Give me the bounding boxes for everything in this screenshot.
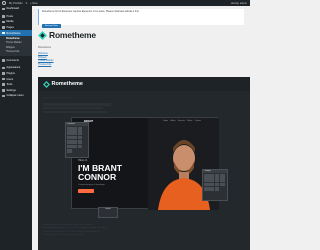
sidebar-item-label: Collapse menu — [6, 94, 24, 98]
notice-text: Rometheme Kit for Elementor requires Ele… — [42, 11, 140, 13]
mockup-cta-button — [78, 189, 94, 193]
admin-sidebar: Dashboard Posts Media Pages Rometheme Ro… — [0, 6, 32, 250]
page-icon — [2, 26, 5, 29]
mockup-nav-link: About — [170, 120, 176, 122]
rometheme-logo-icon — [43, 80, 50, 88]
editor-panel-right-grid — [203, 173, 227, 192]
admin-bar-new[interactable]: + New — [30, 2, 37, 5]
page-links-intro: Rometheme — [38, 46, 52, 49]
sidebar-item-label: Media — [6, 20, 14, 24]
user-icon — [2, 77, 5, 81]
admin-bar-greeting[interactable]: Howdy, admin — [231, 2, 247, 5]
media-icon — [2, 20, 5, 24]
sidebar-item-label: Tools — [6, 83, 13, 87]
editor-panel-left-grid — [66, 126, 88, 154]
page-links: Rometheme Welcome Widgets Theme Builder … — [38, 46, 54, 66]
pin-icon — [2, 15, 5, 18]
mockup-nav-link: Services — [177, 120, 185, 122]
sidebar-item-label: Pages — [6, 26, 14, 30]
editor-panel-left: Elements — [65, 122, 89, 158]
plugin-icon — [2, 72, 5, 75]
wrench-icon — [2, 83, 5, 86]
comment-icon — [2, 59, 5, 62]
admin-bar-site-name[interactable]: My Portfolio — [9, 2, 23, 5]
panel-footer-text: Rometheme is a fully featured add-on for… — [43, 224, 163, 238]
mockup-nav-links: Home About Services Works Contact — [163, 120, 201, 122]
mockup-caption: Creative designer & developer — [78, 184, 105, 186]
brush-icon — [2, 66, 5, 70]
rometheme-logo-icon — [38, 30, 47, 40]
panel-header: Rometheme — [38, 77, 250, 91]
wordpress-logo-icon[interactable] — [2, 1, 6, 5]
panel-footer-line: Everything you need for a faster workflo… — [43, 234, 84, 237]
preview-mockup: BRANT Home About Services Works Contact … — [71, 117, 219, 210]
submenu-item-themes-kits[interactable]: Themes Kits — [0, 50, 32, 55]
sidebar-item-label: Settings — [6, 88, 16, 92]
admin-bar-comments[interactable]: 0 — [26, 2, 27, 5]
panel-brand-name: Rometheme — [51, 81, 83, 87]
link-themes-kits[interactable]: Themes Kits — [38, 63, 54, 67]
sidebar-item-label: Users — [6, 77, 14, 81]
floating-panel-title: Layout — [105, 208, 111, 210]
sidebar-item-label: Comments — [6, 58, 19, 62]
panel-placeholder-text — [43, 103, 113, 114]
mockup-subtitle: HELLO, — [78, 159, 89, 162]
main-content: Rometheme Kit for Elementor requires Ele… — [32, 6, 250, 250]
dashboard-icon — [2, 7, 5, 11]
headline-line-2: CONNOR — [78, 171, 117, 182]
mockup-headline: I'M BRANT CONNOR — [78, 164, 122, 181]
mockup-nav-link: Home — [163, 120, 169, 122]
editor-panel-right: Widgets — [202, 169, 228, 201]
sidebar-item-label: Plugins — [6, 72, 15, 76]
brand-name: Rometheme — [49, 30, 96, 40]
sidebar-submenu: Rometheme Theme Builder Widgets Themes K… — [0, 35, 32, 56]
rometheme-icon — [2, 31, 5, 35]
sidebar-item-collapse[interactable]: Collapse menu — [0, 93, 32, 99]
sidebar-item-label: Posts — [6, 14, 13, 18]
brand-header: Rometheme — [38, 30, 96, 40]
floating-layout-panel: Layout — [98, 207, 118, 218]
collapse-icon — [2, 94, 5, 98]
sidebar-item-label: Dashboard — [6, 7, 20, 11]
welcome-panel: Rometheme Welcome to Rometheme BRANT Hom… — [38, 77, 250, 250]
panel-title: Welcome to Rometheme — [43, 97, 72, 100]
settings-icon — [2, 89, 5, 92]
admin-notice: Rometheme Kit for Elementor requires Ele… — [38, 9, 244, 29]
mockup-nav-link: Contact — [194, 120, 201, 122]
mockup-nav-link: Works — [187, 120, 193, 122]
mockup-nav: BRANT Home About Services Works Contact — [72, 118, 219, 124]
sidebar-item-label: Rometheme — [6, 31, 21, 35]
activate-button[interactable]: Activate Now — [42, 23, 61, 29]
sidebar-item-label: Appearance — [6, 66, 21, 70]
